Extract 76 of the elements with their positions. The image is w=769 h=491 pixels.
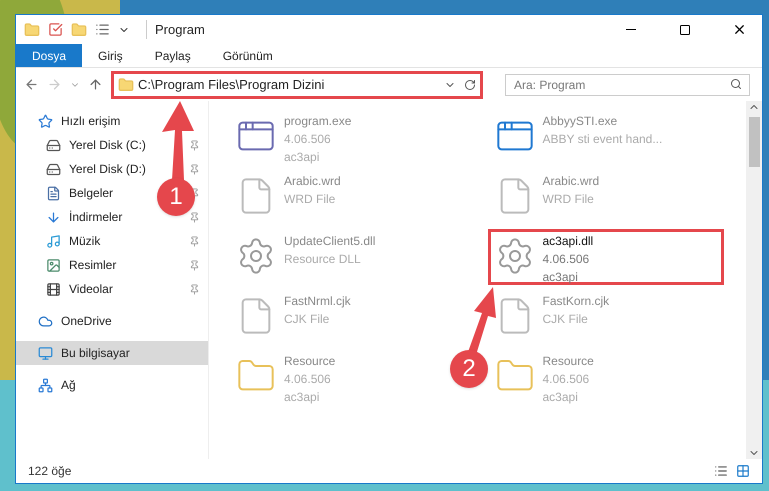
ribbon-tab[interactable]: Paylaş bbox=[138, 44, 207, 67]
pin-icon[interactable] bbox=[189, 164, 200, 174]
address-field[interactable]: C:\Program Files\Program Dizini bbox=[111, 70, 483, 98]
refresh-icon[interactable] bbox=[464, 78, 476, 90]
scrollbar-thumb[interactable] bbox=[748, 117, 760, 167]
ribbon-tab[interactable]: Giriş bbox=[82, 44, 139, 67]
maximize-icon bbox=[679, 24, 691, 36]
pin-icon[interactable] bbox=[189, 236, 200, 246]
file-detail: ac3api bbox=[542, 389, 579, 406]
file-detail: 4.06.506 bbox=[284, 371, 332, 388]
folder-icon bbox=[118, 76, 134, 92]
details-view-icon[interactable] bbox=[714, 464, 728, 478]
forward-icon[interactable] bbox=[47, 77, 62, 92]
back-icon[interactable] bbox=[24, 77, 39, 92]
document-icon bbox=[46, 186, 61, 200]
item-count: 122 öğe bbox=[28, 463, 72, 480]
sidebar-item[interactable]: Yerel Disk (C:) bbox=[69, 136, 146, 154]
network-icon bbox=[38, 378, 53, 392]
up-icon[interactable] bbox=[88, 77, 103, 92]
search-icon bbox=[730, 78, 742, 90]
view-icon[interactable] bbox=[95, 22, 110, 37]
sidebar-item[interactable]: Müzik bbox=[69, 232, 100, 250]
ribbon-tab[interactable]: Görünüm bbox=[206, 44, 289, 67]
file-detail: 4.06.506 bbox=[542, 371, 590, 388]
picture-icon bbox=[46, 258, 61, 272]
file-detail: CJK File bbox=[542, 311, 589, 328]
star-icon bbox=[38, 114, 53, 128]
monitor-icon bbox=[38, 346, 53, 360]
file-detail: 4.06.506 bbox=[542, 251, 590, 268]
drive-icon bbox=[46, 162, 61, 176]
file-name[interactable]: AbbyySTI.exe bbox=[542, 112, 662, 130]
file-name[interactable]: program.exe bbox=[284, 112, 352, 130]
file-name[interactable]: Resource bbox=[542, 352, 594, 370]
file-detail: ac3api bbox=[284, 389, 320, 406]
sidebar-item[interactable]: Videolar bbox=[69, 280, 113, 298]
large-icons-view-icon[interactable] bbox=[736, 464, 750, 478]
film-icon bbox=[46, 282, 61, 296]
file-detail: Resource DLL bbox=[284, 251, 362, 268]
pin-icon[interactable] bbox=[189, 284, 200, 294]
sidebar-item[interactable]: Belgeler bbox=[69, 184, 114, 202]
file-detail: WRD File bbox=[284, 191, 336, 208]
folder-icon[interactable] bbox=[24, 22, 40, 38]
ribbon-tab[interactable]: Dosya bbox=[16, 44, 82, 67]
file-detail: 4.06.506 bbox=[284, 131, 332, 148]
folder-icon[interactable] bbox=[71, 22, 87, 38]
sidebar-item[interactable]: Resimler bbox=[69, 256, 116, 274]
file-detail: CJK File bbox=[284, 311, 330, 328]
search-field[interactable]: Ara: Program bbox=[505, 74, 750, 96]
file-detail: ABBY sti event hand... bbox=[542, 131, 662, 148]
download-icon bbox=[46, 210, 61, 224]
window-title: Program bbox=[146, 20, 205, 40]
music-note-icon bbox=[46, 234, 61, 248]
drive-icon bbox=[46, 138, 61, 152]
file-detail: ac3api bbox=[284, 149, 320, 166]
file-name[interactable]: Resource bbox=[284, 352, 336, 370]
sidebar-item[interactable]: Ağ bbox=[61, 376, 76, 394]
scrollbar[interactable] bbox=[746, 101, 762, 459]
file-name[interactable]: ac3api.dll bbox=[542, 232, 594, 250]
file-detail: WRD File bbox=[542, 191, 595, 208]
minimize-icon bbox=[626, 29, 636, 30]
sidebar-item[interactable]: İndirmeler bbox=[69, 208, 122, 226]
sidebar-item[interactable]: Bu bilgisayar bbox=[61, 344, 130, 362]
file-name[interactable]: UpdateClient5.dll bbox=[284, 232, 376, 250]
properties-icon[interactable] bbox=[48, 22, 63, 37]
file-name[interactable]: FastNrml.cjk bbox=[284, 292, 351, 310]
pin-icon[interactable] bbox=[189, 212, 200, 222]
file-name[interactable]: Arabic.wrd bbox=[542, 172, 600, 190]
file-detail: ac3api bbox=[542, 269, 579, 286]
pin-icon[interactable] bbox=[189, 260, 200, 270]
sidebar-item[interactable]: Yerel Disk (D:) bbox=[69, 160, 146, 178]
file-name[interactable]: Arabic.wrd bbox=[284, 172, 341, 190]
cloud-icon bbox=[38, 314, 53, 328]
file-name[interactable]: FastKorn.cjk bbox=[542, 292, 610, 310]
pin-icon[interactable] bbox=[189, 140, 200, 150]
sidebar-item[interactable]: OneDrive bbox=[61, 312, 112, 330]
sidebar-item[interactable]: Hızlı erişim bbox=[61, 112, 120, 130]
